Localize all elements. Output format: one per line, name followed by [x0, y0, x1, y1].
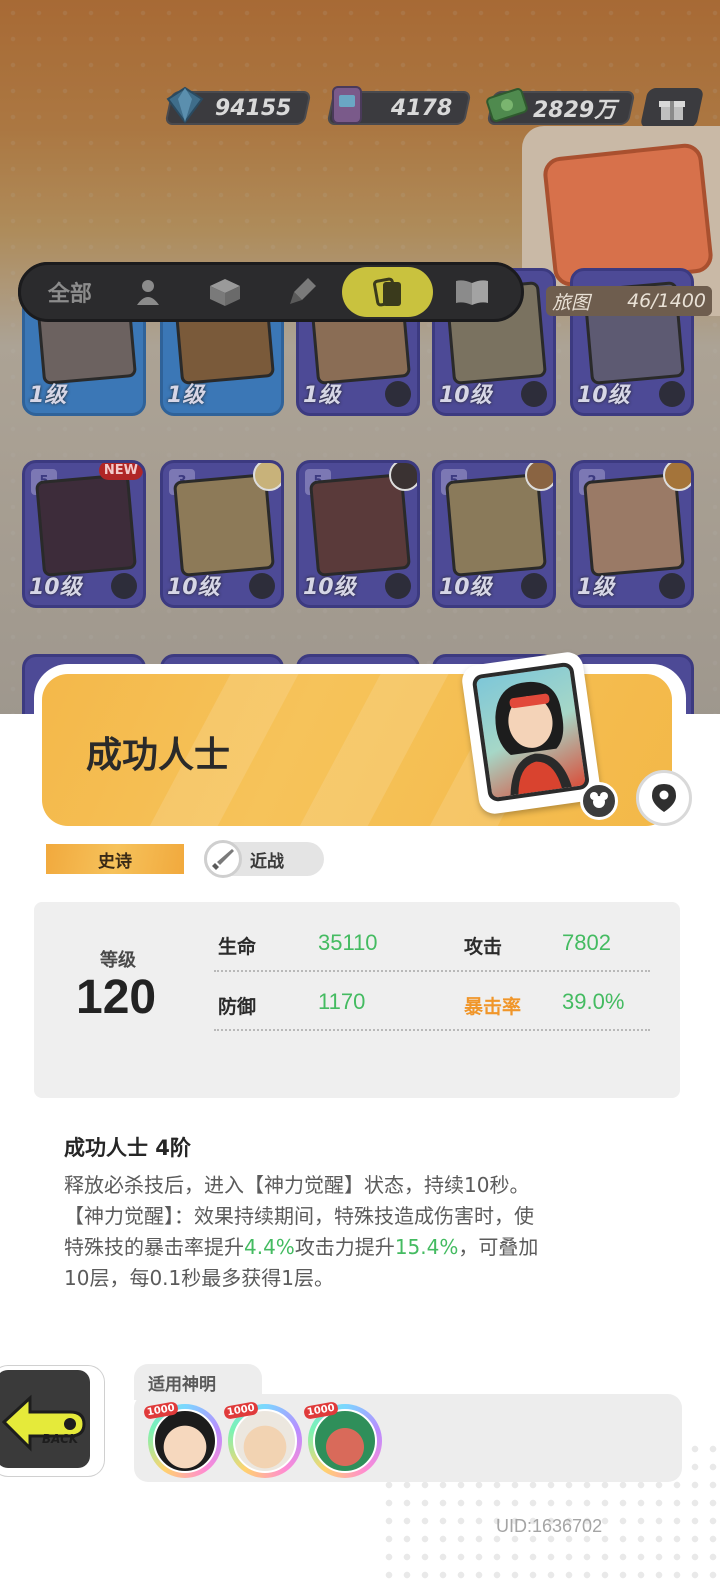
owner-avatar — [389, 463, 417, 491]
user-id: UID:1636702 — [496, 1516, 603, 1536]
attack-type-tag: 近战 — [204, 840, 324, 878]
attack-label: 攻击 — [464, 936, 503, 958]
collection-card[interactable]: 2 1级 — [570, 460, 694, 608]
person-icon — [136, 280, 159, 305]
defense-label: 防御 — [218, 996, 257, 1018]
ticket-icon — [324, 82, 370, 128]
skill-title: 成功人士 4阶 — [64, 1136, 191, 1160]
diamond-currency[interactable]: 94155 — [164, 86, 312, 128]
tab-cards[interactable] — [342, 267, 434, 317]
card-level: 1级 — [29, 383, 67, 408]
collection-card[interactable]: 5 NEW 10级 — [22, 460, 146, 608]
skill-line: 释放必杀技后，进入【神力觉醒】状态，持续10秒。 — [64, 1173, 530, 1197]
tab-all[interactable]: 全部 — [31, 267, 109, 317]
sword-icon — [204, 840, 242, 878]
hero-face — [313, 1409, 377, 1473]
character-art — [495, 682, 572, 796]
applicable-heroes-label: 适用神明 — [148, 1375, 216, 1395]
crit-rate-value: 39.0% — [562, 989, 625, 1014]
box-icon — [210, 279, 241, 306]
card-level: 10级 — [167, 575, 220, 600]
stats-divider — [214, 970, 650, 972]
crit-rate-label: 暴击率 — [464, 996, 522, 1018]
card-level: 10级 — [439, 383, 492, 408]
lock-icon — [111, 573, 137, 599]
card-level: 10级 — [439, 575, 492, 600]
filter-tab-bar-overlay: 全部 — [18, 262, 524, 322]
back-arrow-icon — [1, 1394, 86, 1452]
tab-characters[interactable] — [109, 267, 187, 317]
cash-count: 2829万 — [532, 98, 616, 123]
tab-items[interactable] — [187, 267, 265, 317]
cash-icon — [484, 82, 530, 128]
lock-icon — [521, 573, 547, 599]
rocket-icon — [290, 278, 317, 304]
collection-card[interactable]: 3 10级 — [160, 460, 284, 608]
gift-icon — [659, 101, 685, 120]
owner-avatar — [253, 463, 281, 491]
gear-icon — [580, 782, 618, 820]
cards-icon — [372, 277, 401, 307]
back-button[interactable]: BACK — [0, 1366, 104, 1476]
diamond-icon — [162, 82, 208, 128]
ticket-currency[interactable]: 4178 — [326, 86, 472, 128]
card-level: 10级 — [577, 383, 630, 408]
back-button-face: BACK — [0, 1370, 90, 1468]
location-pin-icon — [652, 784, 676, 812]
attack-bonus-value: 15.4% — [394, 1235, 459, 1259]
lock-icon — [385, 381, 411, 407]
attack-value: 7802 — [562, 930, 611, 955]
owner-avatar — [663, 463, 691, 491]
diamond-count: 94155 — [215, 95, 292, 121]
lock-icon — [249, 573, 275, 599]
card-level: 1级 — [167, 383, 205, 408]
collection-card[interactable]: 5 10级 — [296, 460, 420, 608]
skill-line: 特殊技的暴击率提升4.4%攻击力提升15.4%，可叠加 — [64, 1235, 539, 1259]
back-label: BACK — [42, 1432, 79, 1446]
card-level: 10级 — [303, 575, 356, 600]
world-map-label: 旅图 — [552, 291, 591, 314]
world-map-count: 46/1400 — [627, 290, 706, 312]
hero-face — [153, 1409, 217, 1473]
lock-icon — [659, 573, 685, 599]
world-map-progress: 旅图 46/1400 — [546, 286, 712, 316]
skill-line: 10层，每0.1秒最多获得1层。 — [64, 1266, 334, 1290]
character-card-portrait[interactable] — [460, 650, 602, 816]
hp-label: 生命 — [218, 936, 257, 958]
level-label: 等级 — [100, 950, 136, 971]
tab-vehicles[interactable] — [264, 267, 342, 317]
book-icon — [456, 280, 489, 305]
stats-divider — [214, 1029, 650, 1031]
hero-face — [233, 1409, 297, 1473]
character-portrait — [471, 661, 591, 803]
defense-value: 1170 — [318, 989, 366, 1014]
world-map-icon — [541, 141, 715, 289]
hero-avatar[interactable]: 1000 — [303, 1401, 382, 1478]
card-level: 10级 — [29, 575, 82, 600]
lock-icon — [521, 381, 547, 407]
ticket-count: 4178 — [390, 95, 452, 121]
hero-avatar[interactable]: 1000 — [143, 1401, 222, 1478]
card-level: 1级 — [303, 383, 341, 408]
character-name: 成功人士 — [86, 735, 231, 776]
location-button[interactable] — [636, 770, 692, 826]
rarity-tag: 史诗 — [46, 844, 184, 874]
lock-icon — [385, 573, 411, 599]
gift-box-button[interactable] — [639, 88, 705, 128]
cash-currency[interactable]: 2829万 — [486, 88, 636, 128]
attack-type-label: 近战 — [250, 851, 284, 872]
skill-description: 释放必杀技后，进入【神力觉醒】状态，持续10秒。 【神力觉醒】：效果持续期间，特… — [64, 1170, 674, 1294]
level-value: 120 — [76, 971, 157, 1024]
card-level: 1级 — [577, 575, 615, 600]
hp-value: 35110 — [318, 930, 378, 955]
skill-line: 【神力觉醒】：效果持续期间，特殊技造成伤害时，使 — [64, 1204, 534, 1228]
card-art — [34, 473, 138, 577]
lock-icon — [659, 381, 685, 407]
new-badge: NEW — [98, 463, 143, 480]
crit-bonus-value: 4.4% — [244, 1235, 295, 1259]
owner-avatar — [525, 463, 553, 491]
tab-books[interactable] — [433, 267, 511, 317]
hero-avatar[interactable]: 1000 — [223, 1401, 302, 1478]
collection-card[interactable]: 5 10级 — [432, 460, 556, 608]
